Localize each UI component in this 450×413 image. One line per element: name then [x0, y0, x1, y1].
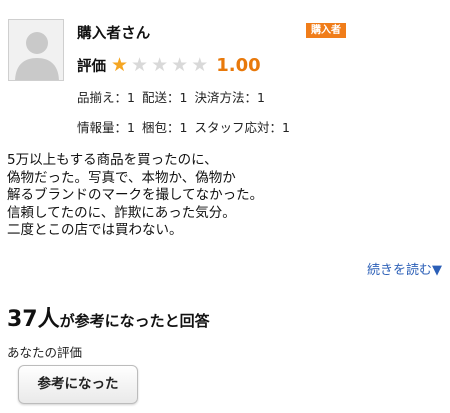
avatar-placeholder-icon [8, 19, 64, 81]
reviewer-name: 購入者さん [77, 26, 151, 42]
star-empty-icon: ★ [191, 53, 209, 76]
sub-rating-delivery-label: 配送 [141, 90, 167, 105]
sub-rating-assortment-value: 1 [127, 90, 135, 105]
helpful-count-text: が参考になったと回答 [59, 312, 210, 330]
star-rating: ★ ★ ★ ★ ★ [111, 53, 211, 76]
review-text: 5万以上もする商品を買ったのに、 偽物だった。写真で、本物か、偽物か 解るブラン… [7, 152, 437, 240]
sub-rating-information-value: 1 [127, 120, 135, 135]
sub-rating-payment-label: 決済方法 [194, 90, 245, 105]
sub-rating-packaging-value: 1 [179, 120, 188, 135]
helpful-count: 37人 が参考になったと回答 [7, 301, 210, 333]
rating-row: 評価 ★ ★ ★ ★ ★ 1.00 [77, 52, 261, 78]
review-text-line: 偽物だった。写真で、本物か、偽物か [7, 169, 236, 186]
helpful-count-number: 37人 [7, 307, 60, 332]
buyer-badge: 購入者 [306, 23, 346, 38]
sub-rating-packaging-label: 梱包 [141, 120, 167, 135]
star-empty-icon: ★ [131, 53, 149, 76]
sub-rating-staff-label: スタッフ応対 [194, 120, 270, 135]
review-card: 購入者さん 購入者 評価 ★ ★ ★ ★ ★ 1.00 品揃え：1 配送：1 決済方法：1 … [0, 0, 450, 413]
sub-rating-staff-value: 1 [282, 120, 290, 135]
sub-rating-information-label: 情報量 [77, 120, 115, 135]
rating-label: 評価 [77, 58, 106, 75]
review-text-line: 信頼してたのに、詐欺にあった気分。 [7, 204, 236, 221]
sub-ratings-row-2: 情報量：1 梱包：1 スタッフ応対：1 [77, 120, 290, 135]
review-text-line: 5万以上もする商品を買ったのに、 [7, 152, 218, 168]
your-evaluation-label: あなたの評価 [7, 345, 83, 360]
review-text-line: 二度とこの店では買わない。 [7, 222, 183, 238]
helpful-button[interactable]: 参考になった [18, 365, 138, 404]
review-text-line: 解るブランドのマークを撮してなかった。 [7, 187, 264, 203]
star-empty-icon: ★ [151, 53, 169, 76]
sub-rating-payment-value: 1 [257, 90, 265, 105]
sub-rating-assortment-label: 品揃え [77, 90, 115, 105]
sub-rating-delivery-value: 1 [179, 90, 188, 105]
star-filled-icon: ★ [111, 53, 129, 76]
star-empty-icon: ★ [171, 53, 189, 76]
read-more-link[interactable]: 続きを読む▼ [367, 259, 442, 278]
rating-score: 1.00 [216, 54, 261, 76]
sub-ratings-row-1: 品揃え：1 配送：1 決済方法：1 [77, 90, 265, 105]
